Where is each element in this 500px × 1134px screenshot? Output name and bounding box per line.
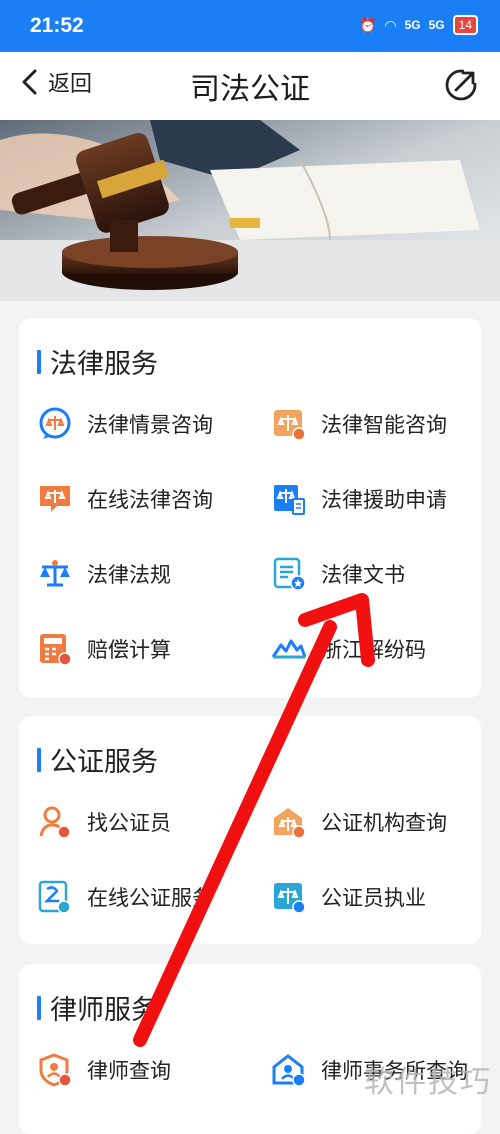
signal-icon-2: 5G (428, 18, 445, 32)
title-accent-bar (37, 349, 41, 374)
wifi-icon: ◠ (384, 16, 397, 33)
alarm-icon: ⏰ (358, 16, 377, 33)
item-legal-scenario-consult[interactable]: 法律情景咨询 (37, 406, 213, 442)
section-title-notary: 公证服务 (37, 740, 158, 779)
item-compensation-calc[interactable]: 赔偿计算 (37, 631, 171, 667)
item-notary-institution-query[interactable]: 公证机构查询 (271, 804, 447, 840)
law-firm-icon (271, 1052, 307, 1088)
watermark-text: 软件技巧 (364, 1065, 492, 1100)
banner-image (0, 120, 500, 301)
status-bar: 21:52 ⏰ ◠ 5G 5G 14 (0, 0, 500, 52)
lawyer-shield-icon (37, 1052, 73, 1088)
legal-services-card: 法律服务 法律情景咨询 法律智能咨询 在线法律咨询 法律援助申请 法律法规 法律… (19, 318, 481, 698)
practice-scale-icon (271, 879, 307, 915)
calculator-icon (37, 631, 73, 667)
title-accent-bar (37, 747, 41, 772)
item-legal-aid-apply[interactable]: 法律援助申请 (271, 481, 447, 517)
item-online-legal-consult[interactable]: 在线法律咨询 (37, 481, 213, 517)
notary-services-card: 公证服务 找公证员 公证机构查询 在线公证服务 公证员执业 (19, 716, 481, 944)
item-laws-regulations[interactable]: 法律法规 (37, 556, 171, 592)
section-title-lawyer: 律师服务 (37, 988, 158, 1027)
mountain-logo-icon (271, 631, 307, 667)
item-find-notary[interactable]: 找公证员 (37, 804, 171, 840)
scale-chat-icon (37, 406, 73, 442)
page-title: 司法公证 (190, 72, 310, 107)
item-notary-practice[interactable]: 公证员执业 (271, 879, 426, 915)
item-zhejiang-dispute-code[interactable]: 浙江解纷码 (271, 631, 426, 667)
item-legal-smart-consult[interactable]: 法律智能咨询 (271, 406, 447, 442)
status-time: 21:52 (30, 14, 84, 37)
item-online-notary-service[interactable]: 在线公证服务 (37, 879, 213, 915)
share-icon[interactable] (444, 68, 478, 102)
nav-bar: 返回 司法公证 (0, 52, 500, 120)
battery-icon: 14 (452, 15, 478, 35)
scale-icon (37, 556, 73, 592)
section-title-legal: 法律服务 (37, 342, 158, 381)
title-accent-bar (37, 995, 41, 1020)
aid-document-icon (271, 481, 307, 517)
item-legal-documents[interactable]: 法律文书 (271, 556, 405, 592)
person-search-icon (37, 804, 73, 840)
lawyer-services-card: 律师服务 律师查询 律师事务所查询 (19, 964, 481, 1134)
chat-scale-icon (37, 481, 73, 517)
smart-scale-icon (271, 406, 307, 442)
document-star-icon (271, 556, 307, 592)
building-scale-icon (271, 804, 307, 840)
item-lawyer-query[interactable]: 律师查询 (37, 1052, 171, 1088)
signal-icon-1: 5G (404, 18, 421, 32)
online-certificate-icon (37, 879, 73, 915)
status-icons: ⏰ ◠ 5G 5G 14 (359, 15, 478, 35)
